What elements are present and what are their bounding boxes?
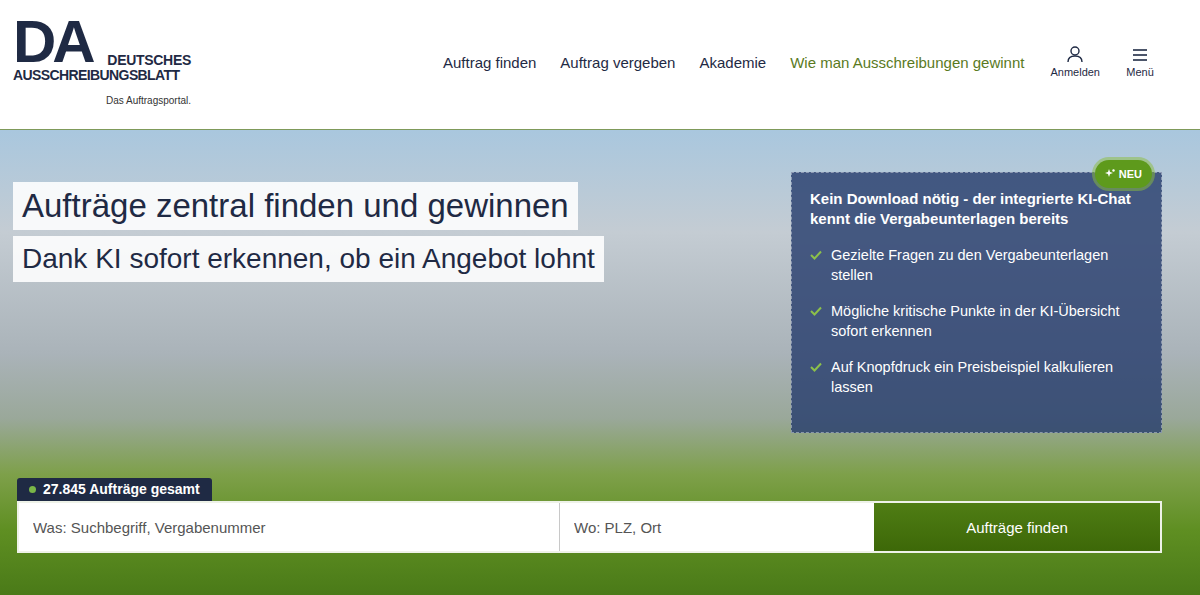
user-icon <box>1065 45 1085 63</box>
nav-link[interactable]: Auftrag vergeben <box>560 45 675 71</box>
sparkle-icon <box>1105 169 1115 179</box>
headline: Aufträge zentral finden und gewinnen <box>13 182 578 230</box>
what-input[interactable] <box>19 503 560 551</box>
logo[interactable]: DA DEUTSCHESAUSSCHREIBUNGSBLATT Das Auftra… <box>13 16 191 106</box>
check-icon <box>810 306 822 316</box>
badge-label: NEU <box>1119 168 1142 180</box>
logo-mark: DA <box>13 16 92 68</box>
logo-line1: DEUTSCHES <box>107 53 191 68</box>
count-tab: 27.845 Aufträge gesamt <box>17 478 212 501</box>
action-label: Anmelden <box>1050 66 1100 78</box>
feature-item: Auf Knopfdruck ein Preisbeispiel kalkuli… <box>810 357 1143 397</box>
action-label: Menü <box>1126 66 1154 78</box>
site-header: DA DEUTSCHESAUSSCHREIBUNGSBLATT Das Auftra… <box>0 0 1200 130</box>
count-label: 27.845 Aufträge gesamt <box>43 481 200 497</box>
search-button[interactable]: Aufträge finden <box>874 503 1160 551</box>
feature-text: Auf Knopfdruck ein Preisbeispiel kalkuli… <box>831 357 1143 397</box>
check-icon <box>810 250 822 260</box>
logo-tagline: Das Auftragsportal. <box>106 95 191 106</box>
feature-item: Mögliche kritische Punkte in der KI-Über… <box>810 301 1143 341</box>
nav-link[interactable]: Auftrag finden <box>443 45 536 71</box>
nav-link[interactable]: Wie man Ausschreibungen gewinnt <box>790 45 1024 71</box>
hero: Aufträge zentral finden und gewinnen Dank… <box>0 130 1200 595</box>
subheadline: Dank KI sofort erkennen, ob ein Angebot … <box>13 236 604 282</box>
card-title: Kein Download nötig - der integrierte KI… <box>810 189 1143 229</box>
status-dot <box>29 486 36 493</box>
feature-text: Mögliche kritische Punkte in der KI-Über… <box>831 301 1143 341</box>
search-bar: Aufträge finden <box>17 501 1162 553</box>
nav-link[interactable]: Akademie <box>699 45 766 71</box>
ai-feature-card: NEUKein Download nötig - der integrierte… <box>791 172 1162 433</box>
hamburger-icon <box>1130 45 1150 63</box>
feature-item: Gezielte Fragen zu den Vergabeunterlagen… <box>810 245 1143 285</box>
login-button[interactable]: Anmelden <box>1050 45 1100 78</box>
main-nav: Auftrag finden Auftrag vergeben Akademie Wi… <box>443 45 1158 78</box>
logo-line2: AUSSCHREIBUNGSBLATT <box>13 68 191 83</box>
check-icon <box>810 362 822 372</box>
menu-button[interactable]: Menü <box>1122 45 1158 78</box>
where-input[interactable] <box>560 503 874 551</box>
new-badge: NEU <box>1095 160 1152 188</box>
feature-text: Gezielte Fragen zu den Vergabeunterlagen… <box>831 245 1143 285</box>
search-area: 27.845 Aufträge gesamt Aufträge finden <box>0 478 1200 595</box>
